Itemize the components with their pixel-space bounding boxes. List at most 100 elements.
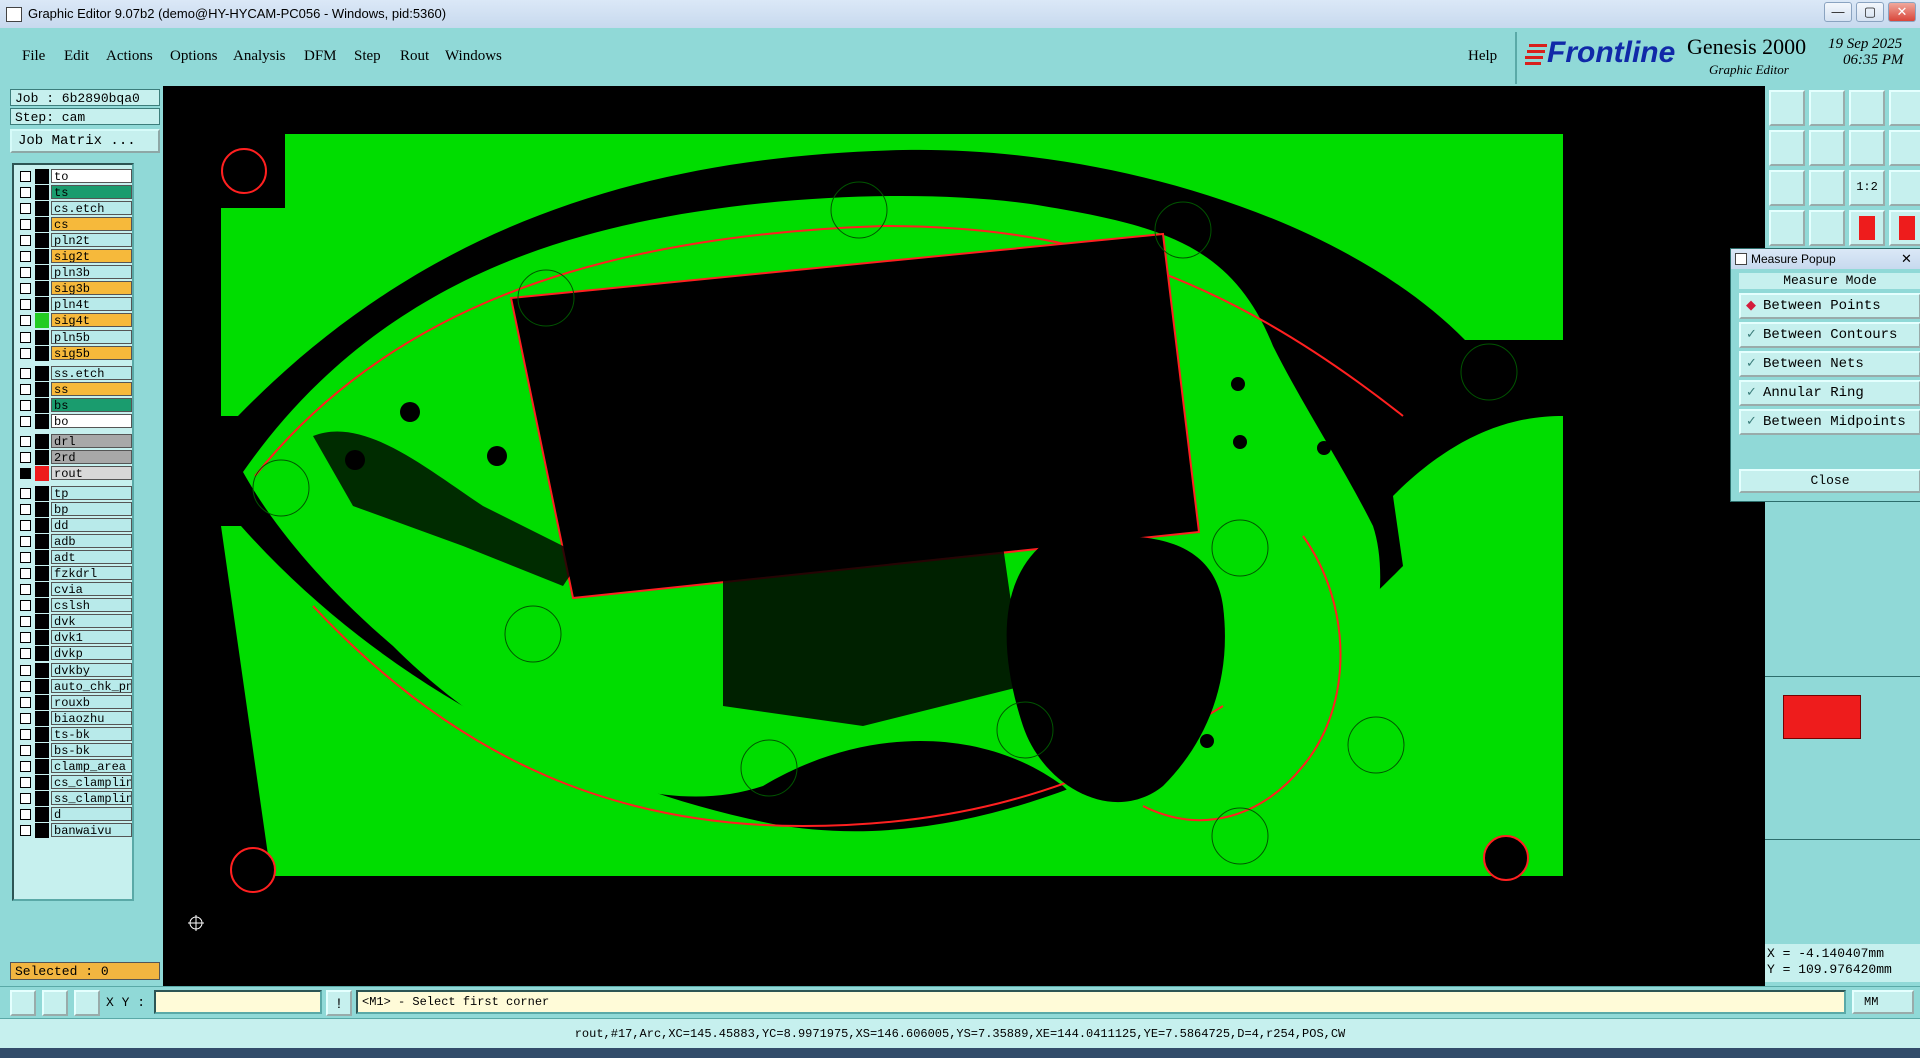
layer-name[interactable]: rouxb	[51, 694, 132, 709]
minimize-button[interactable]: —	[1824, 2, 1852, 22]
menu-step[interactable]: Step	[354, 48, 381, 65]
help-icon[interactable]	[1889, 170, 1920, 206]
layer-red-icon[interactable]	[1849, 210, 1885, 246]
layer-row[interactable]: drl	[16, 433, 132, 449]
measure-option[interactable]: ◆ Between Points	[1739, 293, 1920, 319]
layer-row[interactable]: pln2t	[16, 233, 132, 249]
measure-tool-icon[interactable]	[42, 990, 68, 1016]
layer-checkbox[interactable]	[20, 415, 31, 427]
swap-icon[interactable]	[1849, 130, 1885, 166]
layer-row[interactable]: tp	[16, 485, 132, 501]
fit-icon[interactable]	[1769, 170, 1805, 206]
layer-checkbox[interactable]	[20, 536, 31, 548]
layer-row[interactable]: sig4t	[16, 313, 132, 329]
layer-row[interactable]: sig3b	[16, 281, 132, 297]
layer-checkbox[interactable]	[20, 520, 31, 532]
layer-checkbox[interactable]	[20, 203, 31, 215]
close-window-button[interactable]: ✕	[1888, 2, 1916, 22]
window-icon[interactable]	[1889, 90, 1920, 126]
layer-name[interactable]: sig5b	[51, 345, 132, 360]
menu-actions[interactable]: Actions	[106, 48, 153, 65]
layer-row[interactable]: d	[16, 806, 132, 822]
measure-option[interactable]: ✓ Annular Ring	[1739, 380, 1920, 406]
layer-checkbox[interactable]	[20, 584, 31, 596]
open-step-icon[interactable]	[1769, 90, 1805, 126]
layer-checkbox[interactable]	[20, 267, 31, 279]
layer-row[interactable]: adb	[16, 534, 132, 550]
layer-name[interactable]: tp	[51, 485, 132, 500]
layer-name[interactable]: cs	[51, 217, 132, 232]
layer-row[interactable]: auto_chk_pn	[16, 678, 132, 694]
layer-row[interactable]: pln4t	[16, 297, 132, 313]
layer-name[interactable]: dvkby	[51, 662, 132, 677]
layer-checkbox[interactable]	[20, 347, 31, 359]
layer-name[interactable]: d	[51, 806, 132, 821]
layer-checkbox[interactable]	[20, 219, 31, 231]
layer-checkbox[interactable]	[20, 760, 31, 772]
pcb-view[interactable]	[163, 86, 1765, 986]
layer-row[interactable]: ss_clampline	[16, 790, 132, 806]
prev-view-icon[interactable]	[1769, 130, 1805, 166]
layer-name[interactable]: 2rd	[51, 449, 132, 464]
layer-row[interactable]: ss.etch	[16, 365, 132, 381]
layer-name[interactable]: adb	[51, 534, 132, 549]
layer-name[interactable]: bp	[51, 502, 132, 516]
layer-row[interactable]: bo	[16, 413, 132, 429]
layer-row[interactable]: bs-bk	[16, 742, 132, 758]
layer-name[interactable]: fzkdrl	[51, 566, 132, 581]
layer-red2-icon[interactable]	[1889, 210, 1920, 246]
xy-input[interactable]	[154, 990, 322, 1014]
ruler-icon[interactable]	[1769, 210, 1805, 246]
layer-checkbox[interactable]	[20, 504, 31, 515]
layer-row[interactable]: biaozhu	[16, 710, 132, 726]
job-matrix-button[interactable]: Job Matrix ...	[10, 129, 160, 153]
layer-row[interactable]: bs	[16, 397, 132, 413]
menu-analysis[interactable]: Analysis	[233, 48, 286, 65]
popup-close-icon[interactable]: ✕	[1901, 249, 1912, 269]
measure-close-button[interactable]: Close	[1739, 469, 1920, 493]
layer-name[interactable]: cslsh	[51, 598, 132, 613]
menu-help[interactable]: Help	[1468, 48, 1497, 65]
layer-row[interactable]: banwaivu	[16, 823, 132, 838]
layer-list[interactable]: to ts cs.etch cs pln2t sig2t pln3b sig3b pln4t si…	[12, 163, 134, 901]
layer-row[interactable]: 2rd	[16, 449, 132, 465]
layer-checkbox[interactable]	[20, 728, 31, 740]
menu-dfm[interactable]: DFM	[304, 48, 337, 65]
menu-windows[interactable]: Windows	[445, 48, 502, 65]
zoom-icon[interactable]	[1809, 170, 1845, 206]
layer-name[interactable]: bs-bk	[51, 742, 132, 757]
layer-checkbox[interactable]	[20, 680, 31, 692]
layer-checkbox[interactable]	[20, 171, 31, 182]
layer-row[interactable]: dvk	[16, 614, 132, 630]
layer-checkbox[interactable]	[20, 367, 31, 379]
menu-edit[interactable]: Edit	[64, 48, 89, 65]
save-icon[interactable]	[1809, 90, 1845, 126]
layer-row[interactable]: pln3b	[16, 265, 132, 281]
layer-checkbox[interactable]	[20, 792, 31, 804]
layer-name[interactable]: banwaivu	[51, 823, 132, 837]
menu-file[interactable]: File	[22, 48, 45, 65]
layer-row[interactable]: rout	[16, 465, 132, 481]
layer-name[interactable]: pln5b	[51, 329, 132, 344]
layer-name[interactable]: bo	[51, 413, 132, 428]
layer-checkbox[interactable]	[20, 664, 31, 676]
layer-checkbox[interactable]	[20, 552, 31, 564]
layer-checkbox[interactable]	[20, 383, 31, 395]
layer-name[interactable]: cs_clampline	[51, 774, 132, 789]
layer-row[interactable]: fzkdrl	[16, 566, 132, 582]
layer-checkbox[interactable]	[20, 467, 31, 479]
layer-row[interactable]: ts	[16, 185, 132, 201]
unit-selector[interactable]: MM	[1852, 990, 1914, 1014]
layer-name[interactable]: drl	[51, 433, 132, 448]
layer-name[interactable]: sig3b	[51, 281, 132, 296]
layer-name[interactable]: cvia	[51, 582, 132, 597]
layer-row[interactable]: rouxb	[16, 694, 132, 710]
layer-name[interactable]: ss_clampline	[51, 790, 132, 805]
layer-checkbox[interactable]	[20, 299, 31, 311]
layer-name[interactable]: ss	[51, 381, 132, 396]
layer-name[interactable]: pln4t	[51, 297, 132, 312]
snap-mode-icon[interactable]	[10, 990, 36, 1016]
layer-row[interactable]: cs_clampline	[16, 774, 132, 790]
layer-row[interactable]: cs.etch	[16, 201, 132, 217]
layer-checkbox[interactable]	[20, 331, 31, 343]
